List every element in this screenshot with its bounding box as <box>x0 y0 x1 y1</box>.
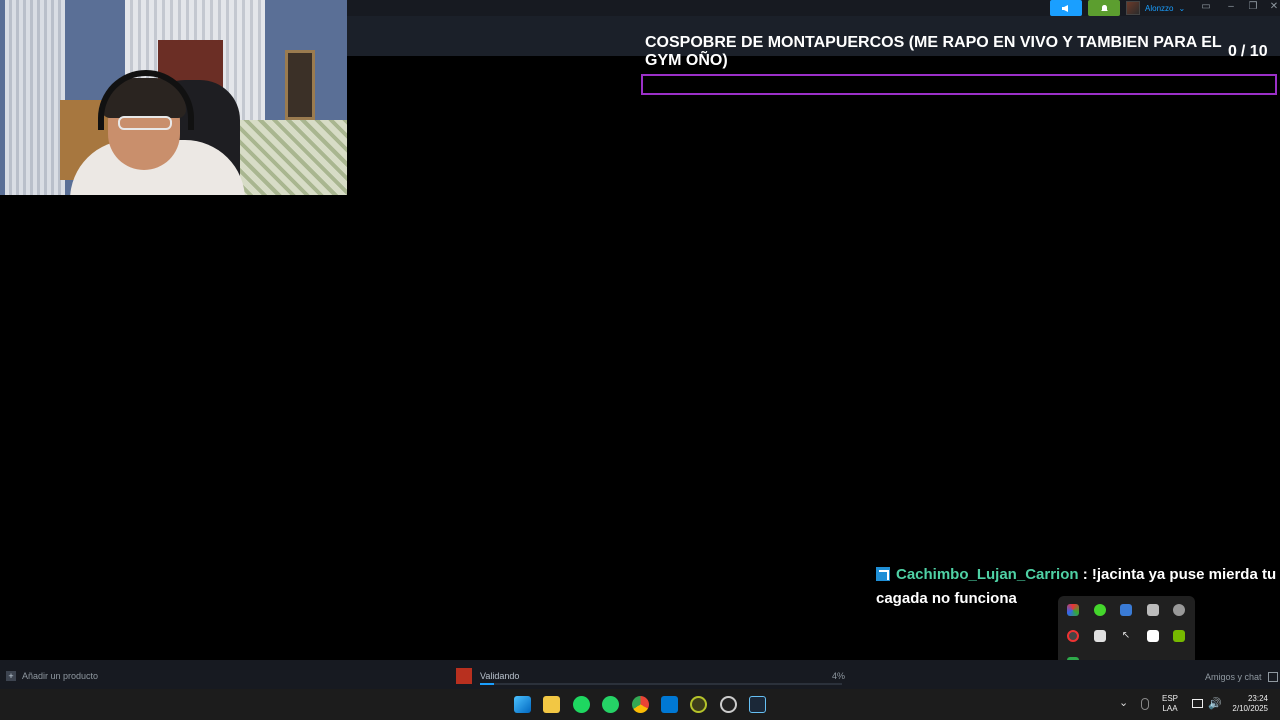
language-line-1: ESP <box>1162 694 1179 703</box>
megaphone-icon <box>1062 4 1068 12</box>
steam-icon[interactable] <box>749 696 766 713</box>
username-label: Alonzzo <box>1145 3 1174 13</box>
prediction-title: COSPOBRE DE MONTAPUERCOS (ME RAPO EN VIV… <box>645 34 1222 69</box>
webcam-picture-frame <box>285 50 315 120</box>
chat-separator: : <box>1078 566 1092 583</box>
microphone-icon[interactable] <box>1141 698 1149 710</box>
chevron-down-icon: ⌄ <box>1178 3 1186 13</box>
webcam-feed <box>0 0 347 195</box>
download-percent: 4% <box>832 671 846 681</box>
prediction-progress-bar <box>641 74 1277 95</box>
chat-username: Cachimbo_Lujan_Carrion <box>896 566 1079 583</box>
chrome-icon[interactable] <box>632 696 649 713</box>
prediction-total: / 10 <box>1240 43 1268 60</box>
obs-icon[interactable] <box>720 696 737 713</box>
razer-icon[interactable] <box>1094 604 1106 616</box>
announcements-button[interactable] <box>1050 0 1082 16</box>
file-explorer-icon[interactable] <box>543 696 560 713</box>
friends-icon <box>1267 672 1278 682</box>
shutter-icon[interactable] <box>1067 630 1079 642</box>
avatar <box>1126 1 1140 15</box>
download-status: Validando <box>480 671 520 681</box>
monitor-icon[interactable]: ▭ <box>1197 0 1215 14</box>
clock-time: 23:24 <box>1247 694 1268 703</box>
download-game-thumbnail[interactable] <box>456 668 472 684</box>
notifications-button[interactable] <box>1088 0 1120 16</box>
steam-bottombar: + Añadir un producto Validando 4% Amigos… <box>0 660 1280 689</box>
webcam-glasses <box>118 116 172 130</box>
plus-icon: + <box>6 671 16 681</box>
network-icon[interactable] <box>1192 699 1203 708</box>
download-progress-fill <box>480 683 495 685</box>
download-progress-bar[interactable] <box>480 683 842 685</box>
add-product-button[interactable]: + Añadir un producto <box>6 671 98 681</box>
bell-icon <box>1100 4 1108 11</box>
razer-cortex-icon[interactable] <box>690 696 707 713</box>
windows-taskbar: ⌄ ESP LAA 🔊 23:24 2/10/2025 <box>0 689 1280 720</box>
settings-icon[interactable] <box>1173 604 1185 616</box>
bluetooth-icon[interactable] <box>1120 604 1132 616</box>
cursor-icon[interactable]: ↖ <box>1120 630 1132 642</box>
x-app-icon[interactable] <box>1147 630 1159 642</box>
minimize-icon[interactable]: – <box>1222 0 1240 14</box>
friends-chat-button[interactable]: Amigos y chat <box>1205 672 1278 682</box>
chat-badge-icon <box>876 567 890 581</box>
colorful-app-icon[interactable] <box>1067 604 1079 616</box>
photos-icon[interactable] <box>661 696 678 713</box>
language-indicator[interactable]: ESP LAA <box>1162 694 1178 714</box>
prediction-count: 0 <box>1228 43 1237 60</box>
prediction-counter: 0 / 10 <box>1228 43 1268 61</box>
clock[interactable]: 23:24 2/10/2025 <box>1226 694 1268 714</box>
friends-chat-label: Amigos y chat <box>1205 672 1262 682</box>
webcam-curtain-left <box>5 0 65 195</box>
windows-start-icon[interactable] <box>514 696 531 713</box>
language-line-2: LAA <box>1162 704 1178 713</box>
restore-icon[interactable]: ❐ <box>1244 0 1262 14</box>
whatsapp-icon[interactable] <box>602 696 619 713</box>
webcam-bed <box>225 120 347 195</box>
close-icon[interactable]: ✕ <box>1265 0 1280 14</box>
volume-icon[interactable]: 🔊 <box>1208 697 1222 710</box>
discord-icon[interactable] <box>1094 630 1106 642</box>
spotify-icon[interactable] <box>573 696 590 713</box>
nvidia-icon[interactable] <box>1173 630 1185 642</box>
clock-date: 2/10/2025 <box>1232 704 1268 713</box>
add-product-label: Añadir un producto <box>22 671 99 681</box>
tray-chevron-icon[interactable]: ⌄ <box>1119 696 1128 709</box>
user-menu[interactable]: Alonzzo ⌄ <box>1126 0 1185 16</box>
device-icon[interactable] <box>1147 604 1159 616</box>
